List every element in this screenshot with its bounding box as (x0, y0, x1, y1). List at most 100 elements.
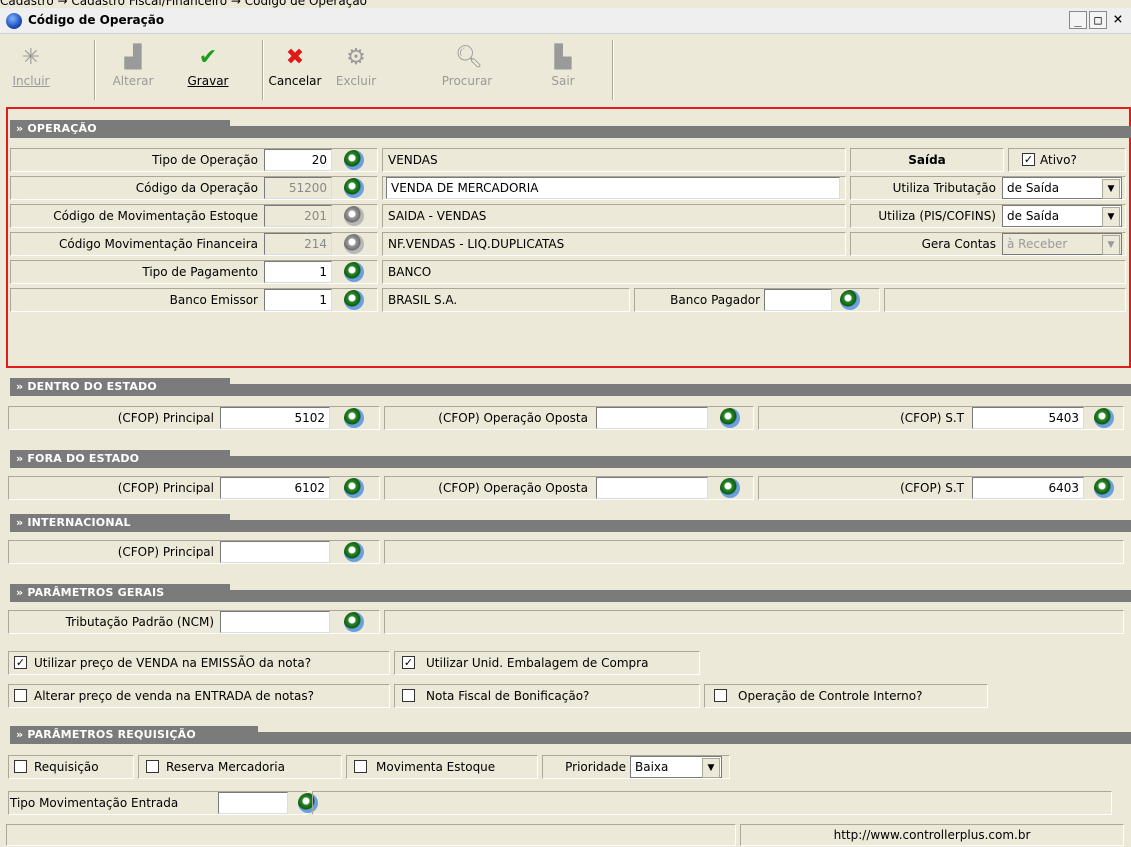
statusbar-url: http://www.controllerplus.com.br (833, 828, 1031, 842)
chk-preco-venda-emissao[interactable]: ✓ (14, 656, 27, 669)
fora-principal-input[interactable]: 6102 (220, 477, 330, 499)
fora-oposta-input[interactable] (596, 477, 708, 499)
banco-pagador-input[interactable] (764, 289, 832, 311)
search-icon[interactable] (720, 478, 740, 498)
tipo-operacao-desc: VENDAS (388, 153, 438, 167)
codigo-operacao-input[interactable]: 51200 (264, 177, 332, 199)
search-icon[interactable] (344, 408, 364, 428)
chk-alterar-preco-entrada[interactable] (14, 689, 27, 702)
tipo-pagamento-label: Tipo de Pagamento (142, 265, 258, 279)
fora-principal-label: (CFOP) Principal (117, 481, 214, 495)
search-icon[interactable] (720, 408, 740, 428)
banco-pagador-label: Banco Pagador (670, 293, 760, 307)
codigo-operacao-label: Código da Operação (135, 181, 258, 195)
internacional-principal-input[interactable] (220, 541, 330, 563)
section-fora-header: » FORA DO ESTADO (10, 450, 1131, 468)
chevron-down-icon: ▼ (1102, 207, 1120, 227)
prioridade-select[interactable]: Baixa ▼ (630, 756, 722, 778)
ncm-input[interactable] (220, 611, 330, 633)
breadcrumb: Cadastro → Cadastro Fiscal/Financeiro → … (0, 0, 368, 8)
window-titlebar: Código de Operação (0, 8, 1131, 34)
tipo-pagamento-desc: BANCO (388, 265, 432, 279)
tipo-mov-entrada-label: Tipo Movimentação Entrada (10, 796, 179, 810)
search-icon[interactable] (344, 262, 364, 282)
tipo-pagamento-input[interactable]: 1 (264, 261, 332, 283)
tipo-mov-entrada-input[interactable] (218, 792, 288, 814)
section-dentro-header: » DENTRO DO ESTADO (10, 378, 1131, 396)
fora-oposta-label: (CFOP) Operação Oposta (438, 481, 588, 495)
search-icon[interactable] (1094, 408, 1114, 428)
chk-unid-embalagem[interactable]: ✓ (402, 656, 415, 669)
insert-icon: ✳ (21, 45, 41, 70)
search-icon (344, 206, 364, 226)
dentro-principal-input[interactable]: 5102 (220, 407, 330, 429)
chk-unid-embalagem-label: Utilizar Unid. Embalagem de Compra (426, 656, 649, 670)
utiliza-tributacao-label: Utiliza Tributação (892, 181, 996, 195)
sair-button[interactable]: ▙ Sair (540, 40, 586, 102)
cancelar-button[interactable]: ✖ Cancelar (264, 40, 326, 102)
delete-icon: ⚙ (346, 45, 366, 70)
chk-alterar-preco-entrada-label: Alterar preço de venda na ENTRADA de not… (34, 689, 314, 703)
fora-st-input[interactable]: 6403 (972, 477, 1084, 499)
gera-contas-label: Gera Contas (921, 237, 996, 251)
search-icon[interactable] (344, 478, 364, 498)
chk-movimenta-estoque[interactable] (354, 760, 367, 773)
search-icon[interactable] (344, 290, 364, 310)
mov-financeira-label: Código Movimentação Financeira (59, 237, 258, 251)
mov-financeira-input[interactable]: 214 (264, 233, 332, 255)
banco-emissor-input[interactable]: 1 (264, 289, 332, 311)
dentro-principal-label: (CFOP) Principal (117, 411, 214, 425)
search-icon (344, 234, 364, 254)
chk-nota-bonificacao[interactable] (402, 689, 415, 702)
close-button[interactable]: × (1109, 11, 1127, 29)
dentro-oposta-label: (CFOP) Operação Oposta (438, 411, 588, 425)
ncm-label: Tributação Padrão (NCM) (65, 615, 214, 629)
section-parametros-header: » PARÂMETROS GERAIS (10, 584, 1131, 602)
toolbar-separator (94, 40, 96, 100)
utiliza-pis-select[interactable]: de Saída ▼ (1002, 205, 1122, 227)
section-operacao-header: » OPERAÇÃO (10, 120, 1131, 138)
search-icon[interactable] (344, 150, 364, 170)
section-requisicao-header: » PARÂMETROS REQUISIÇÃO (10, 726, 1131, 744)
dentro-st-label: (CFOP) S.T (900, 411, 964, 425)
chk-reserva-mercadoria[interactable] (146, 760, 159, 773)
section-internacional-header: » INTERNACIONAL (10, 514, 1131, 532)
dentro-st-input[interactable]: 5403 (972, 407, 1084, 429)
chk-reserva-mercadoria-label: Reserva Mercadoria (166, 760, 285, 774)
search-icon: 🔍︎ (455, 45, 483, 70)
statusbar-left (6, 824, 736, 846)
excluir-button[interactable]: ⚙ Excluir (330, 40, 382, 102)
saida-label: Saída (908, 153, 946, 167)
tipo-operacao-input[interactable]: 20 (264, 149, 332, 171)
checkmark-icon: ✔ (198, 45, 218, 70)
utiliza-pis-label: Utiliza (PIS/COFINS) (878, 209, 996, 223)
search-icon[interactable] (840, 290, 860, 310)
incluir-button[interactable]: ✳ Incluir (8, 40, 54, 102)
dentro-oposta-input[interactable] (596, 407, 708, 429)
chk-requisicao-label: Requisição (34, 760, 99, 774)
edit-icon: ▟ (124, 45, 142, 70)
chk-requisicao[interactable] (14, 760, 27, 773)
mov-estoque-input[interactable]: 201 (264, 205, 332, 227)
minimize-button[interactable]: _ (1069, 11, 1087, 29)
search-icon[interactable] (344, 178, 364, 198)
search-icon[interactable] (1094, 478, 1114, 498)
banco-emissor-desc: BRASIL S.A. (388, 293, 458, 307)
chk-preco-venda-emissao-label: Utilizar preço de VENDA na EMISSÃO da no… (34, 656, 312, 670)
utiliza-tributacao-select[interactable]: de Saída ▼ (1002, 177, 1122, 199)
alterar-button[interactable]: ▟ Alterar (110, 40, 156, 102)
search-icon[interactable] (344, 542, 364, 562)
banco-emissor-label: Banco Emissor (169, 293, 258, 307)
procurar-button[interactable]: 🔍︎ Procurar (436, 40, 498, 102)
fora-st-label: (CFOP) S.T (900, 481, 964, 495)
search-icon[interactable] (344, 612, 364, 632)
gravar-button[interactable]: ✔ Gravar (180, 40, 236, 102)
ativo-checkbox[interactable]: ✓ (1022, 153, 1035, 166)
codigo-operacao-desc-input[interactable]: VENDA DE MERCADORIA (386, 177, 840, 199)
chevron-down-icon: ▼ (702, 758, 720, 778)
tipo-operacao-label: Tipo de Operação (152, 153, 258, 167)
maximize-button[interactable]: □ (1089, 11, 1107, 29)
chk-controle-interno[interactable] (714, 689, 727, 702)
window-title: Código de Operação (28, 13, 165, 27)
gera-contas-select[interactable]: à Receber ▼ (1002, 233, 1122, 255)
